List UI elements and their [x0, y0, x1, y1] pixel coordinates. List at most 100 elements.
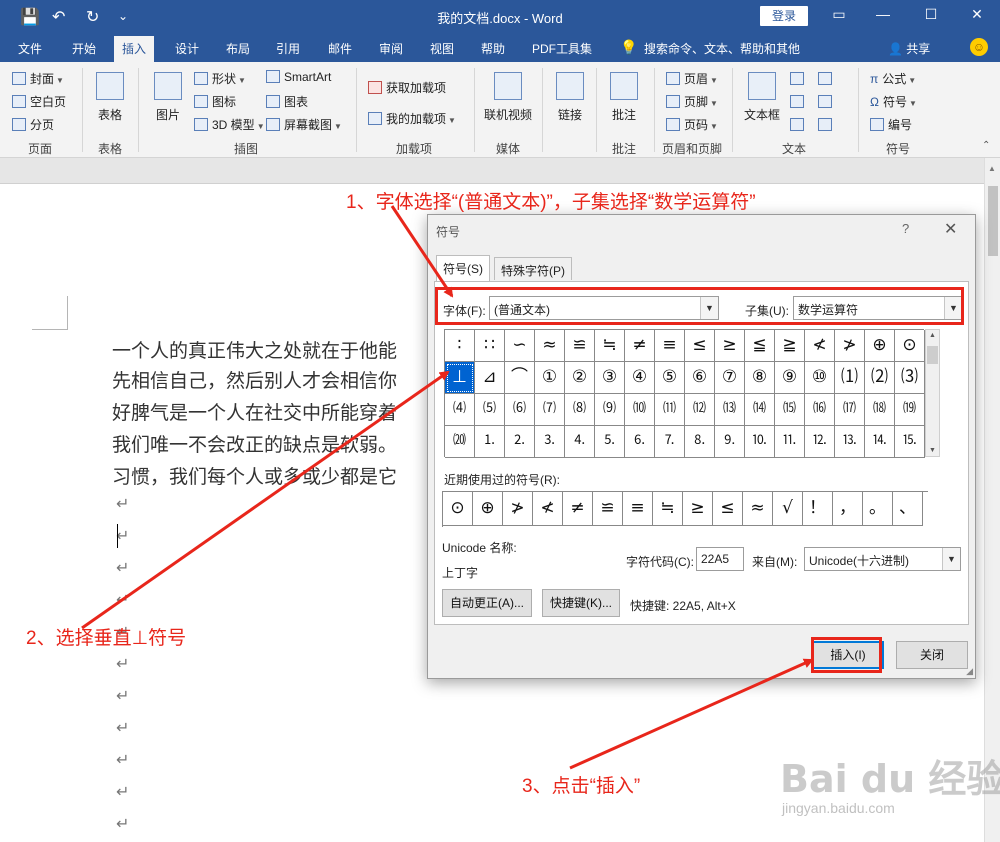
date-time-icon[interactable]	[818, 95, 832, 108]
symbol-cell[interactable]: ⒈	[475, 426, 505, 458]
symbol-cell[interactable]: ≠	[625, 330, 655, 362]
collapse-ribbon-icon[interactable]: ⌃	[982, 140, 990, 151]
wordart-icon[interactable]	[790, 95, 804, 108]
comment-button[interactable]: 批注	[612, 106, 636, 123]
symbol-cell[interactable]: ⑹	[505, 394, 535, 426]
symbol-cell[interactable]: ≤	[685, 330, 715, 362]
recent-symbol-cell[interactable]: ≒	[653, 492, 683, 526]
symbol-cell[interactable]: ⑿	[685, 394, 715, 426]
equation-button[interactable]: π 公式 ▼	[870, 70, 916, 87]
chevron-down-icon[interactable]: ▼	[942, 548, 960, 570]
autocorrect-button[interactable]: 自动更正(A)...	[442, 589, 532, 617]
close-button[interactable]: 关闭	[896, 641, 968, 669]
symbol-cell[interactable]: ⑥	[685, 362, 715, 394]
3d-models-button[interactable]: 3D 模型 ▼	[194, 116, 265, 133]
symbol-cell[interactable]: ⊿	[475, 362, 505, 394]
header-button[interactable]: 页眉 ▼	[666, 70, 718, 87]
symbol-cell[interactable]: ⑵	[865, 362, 895, 394]
symbol-cell[interactable]: ⑤	[655, 362, 685, 394]
recent-symbol-cell[interactable]: 。	[863, 492, 893, 526]
minimize-icon[interactable]: —	[868, 6, 898, 22]
symbol-cell[interactable]: ⑺	[535, 394, 565, 426]
recent-symbol-cell[interactable]: ≤	[713, 492, 743, 526]
char-code-input[interactable]: 22A5	[696, 547, 744, 571]
symbol-cell[interactable]: ⊙	[895, 330, 925, 362]
tab-view[interactable]: 视图	[430, 40, 454, 57]
footer-button[interactable]: 页脚 ▼	[666, 93, 718, 110]
symbol-cell[interactable]: ⑩	[805, 362, 835, 394]
symbol-cell[interactable]: ⊕	[865, 330, 895, 362]
symbol-cell[interactable]: ⑧	[745, 362, 775, 394]
recent-symbol-cell[interactable]: ≯	[503, 492, 533, 526]
tab-design[interactable]: 设计	[175, 40, 199, 57]
resize-grip-icon[interactable]: ◢	[966, 666, 973, 677]
scrollbar-thumb[interactable]	[988, 186, 998, 256]
chart-button[interactable]: 图表	[266, 93, 308, 110]
recent-symbol-cell[interactable]: √	[773, 492, 803, 526]
textbox-button[interactable]: 文本框	[744, 106, 780, 123]
close-window-icon[interactable]: ✕	[962, 6, 992, 23]
recent-symbol-cell[interactable]: ≥	[683, 492, 713, 526]
symbol-cell[interactable]: ⒍	[625, 426, 655, 458]
tab-references[interactable]: 引用	[276, 40, 300, 57]
symbol-cell[interactable]: ⒀	[715, 394, 745, 426]
tab-help[interactable]: 帮助	[481, 40, 505, 57]
symbol-cell[interactable]: ≒	[595, 330, 625, 362]
link-button[interactable]: 链接	[558, 106, 582, 123]
symbol-cell[interactable]: ⒎	[655, 426, 685, 458]
screenshot-button[interactable]: 屏幕截图 ▼	[266, 116, 342, 133]
maximize-icon[interactable]: ☐	[916, 6, 946, 23]
symbol-cell[interactable]: ≧	[775, 330, 805, 362]
symbol-cell[interactable]: ⒏	[685, 426, 715, 458]
symbol-cell[interactable]: ⑷	[445, 394, 475, 426]
symbol-cell[interactable]: ⒋	[565, 426, 595, 458]
symbol-cell[interactable]: ③	[595, 362, 625, 394]
signature-line-icon[interactable]	[818, 72, 832, 85]
tab-file[interactable]: 文件	[18, 40, 42, 57]
tab-review[interactable]: 审阅	[379, 40, 403, 57]
symbol-cell[interactable]: ⒇	[445, 426, 475, 458]
symbol-cell[interactable]: ⒐	[715, 426, 745, 458]
symbol-cell[interactable]: ≡	[655, 330, 685, 362]
symbol-cell[interactable]: ⒁	[745, 394, 775, 426]
scroll-down-icon[interactable]: ▼	[929, 447, 936, 454]
scroll-up-icon[interactable]: ▲	[929, 332, 936, 339]
symbol-button[interactable]: Ω 符号 ▼	[870, 93, 917, 110]
from-select[interactable]: Unicode(十六进制) ▼	[804, 547, 961, 571]
shapes-button[interactable]: 形状 ▼	[194, 70, 246, 87]
symbol-cell[interactable]: ⒖	[895, 426, 925, 458]
numbering-button[interactable]: 编号	[870, 116, 912, 133]
recent-symbol-cell[interactable]: ≠	[563, 492, 593, 526]
symbol-cell[interactable]: ⑾	[655, 394, 685, 426]
symbol-cell[interactable]: ≥	[715, 330, 745, 362]
symbol-cell[interactable]: ④	[625, 362, 655, 394]
scroll-up-icon[interactable]: ▲	[988, 164, 996, 173]
table-button[interactable]: 表格	[98, 106, 122, 123]
symbol-cell[interactable]: ⑨	[775, 362, 805, 394]
symbol-cell[interactable]: ≯	[835, 330, 865, 362]
symbol-cell[interactable]: ⒌	[595, 426, 625, 458]
symbol-cell[interactable]: ⒉	[505, 426, 535, 458]
symbol-cell[interactable]: ⒂	[775, 394, 805, 426]
recent-symbol-cell[interactable]: ≡	[623, 492, 653, 526]
pictures-button[interactable]: 图片	[156, 106, 180, 123]
recent-symbol-cell[interactable]: ⊕	[473, 492, 503, 526]
tab-symbols[interactable]: 符号(S)	[436, 255, 490, 282]
symbol-cell[interactable]: ⒕	[865, 426, 895, 458]
recent-symbol-cell[interactable]: ，	[833, 492, 863, 526]
symbol-cell[interactable]: ≈	[535, 330, 565, 362]
icons-button[interactable]: 图标	[194, 93, 236, 110]
tab-special-characters[interactable]: 特殊字符(P)	[494, 257, 572, 280]
symbol-cell[interactable]: ⑻	[565, 394, 595, 426]
recent-symbol-cell[interactable]: ≌	[593, 492, 623, 526]
symbol-cell[interactable]: ⑽	[625, 394, 655, 426]
symbol-cell[interactable]: ⒆	[895, 394, 925, 426]
help-icon[interactable]: ?	[902, 221, 909, 236]
recent-symbol-cell[interactable]: ⊙	[443, 492, 473, 526]
shortcut-key-button[interactable]: 快捷键(K)...	[542, 589, 620, 617]
symbol-cell[interactable]: ⒑	[745, 426, 775, 458]
recent-symbol-cell[interactable]: 、	[893, 492, 923, 526]
symbol-cell[interactable]: ∽	[505, 330, 535, 362]
my-addins-button[interactable]: 我的加载项 ▼	[368, 110, 456, 127]
symbol-cell[interactable]: ⒊	[535, 426, 565, 458]
